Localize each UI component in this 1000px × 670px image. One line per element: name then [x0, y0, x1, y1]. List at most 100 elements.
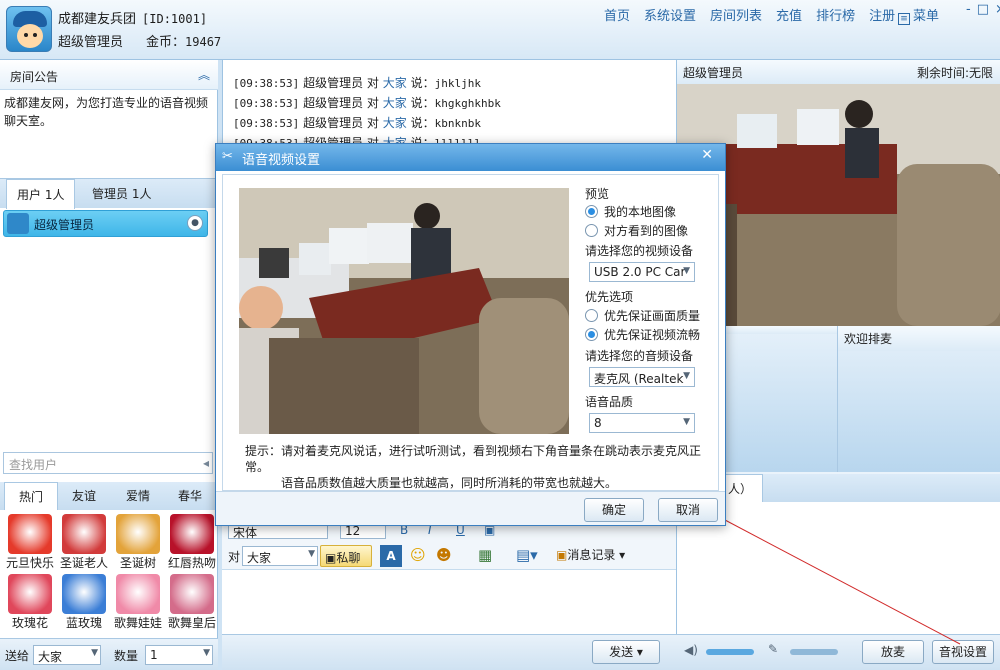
- gift-label: 玫瑰花: [11, 616, 48, 630]
- user-list-item[interactable]: 超级管理员 ●: [3, 210, 208, 237]
- gift-item[interactable]: 蓝玫瑰: [57, 572, 111, 630]
- chat-to-prefix: 对: [366, 96, 379, 110]
- video-device-select[interactable]: USB 2.0 PC Car ▼: [589, 262, 695, 282]
- dialog-titlebar: ✂ 语音视频设置 ✕: [216, 144, 725, 171]
- radio-local-image[interactable]: 我的本地图像: [585, 203, 676, 220]
- chat-time: [09:38:53]: [233, 117, 300, 130]
- gift-item[interactable]: 红唇热吻: [165, 512, 219, 570]
- av-settings-button[interactable]: 音视设置: [932, 640, 994, 664]
- user-tabs: 用户 1人 管理员 1人: [0, 178, 218, 209]
- chat-bubble-icon[interactable]: ▤▾: [516, 546, 538, 564]
- gift-label: 红唇热吻: [167, 556, 216, 570]
- current-user: 超级管理员: [58, 35, 124, 50]
- dialog-title: 语音视频设置: [242, 153, 321, 168]
- gift-image: [116, 574, 160, 614]
- tools-icon: ✂: [222, 149, 233, 164]
- collapse-icon[interactable]: ︽: [198, 66, 210, 83]
- nav-register[interactable]: 注册: [869, 5, 895, 24]
- radio-priority-quality[interactable]: 优先保证画面质量: [585, 307, 700, 324]
- tab-gift-spring[interactable]: 春华: [164, 482, 216, 510]
- priority-label: 优先选项: [585, 290, 634, 304]
- mic-icon: ●: [187, 215, 203, 231]
- tab-gift-love[interactable]: 爱情: [112, 482, 164, 510]
- mic-volume-slider[interactable]: [790, 649, 838, 655]
- gift-item[interactable]: 圣诞老人: [57, 512, 111, 570]
- send-target-select[interactable]: 大家 ▼: [33, 645, 101, 665]
- chat-sender[interactable]: 超级管理员: [303, 116, 363, 130]
- audio-device-select[interactable]: 麦克风 (Realtek ▼: [589, 367, 695, 387]
- speaker-volume-slider[interactable]: [706, 649, 754, 655]
- speaker-icon[interactable]: ◀): [684, 643, 698, 657]
- top-nav: 首页 系统设置 房间列表 充值 排行榜 注册: [604, 5, 940, 24]
- quality-label: 语音品质: [585, 395, 634, 409]
- gift-item[interactable]: 圣诞树: [111, 512, 165, 570]
- radio-remote-image[interactable]: 对方看到的图像: [585, 222, 688, 239]
- gift-item[interactable]: 元旦快乐: [3, 512, 57, 570]
- tab-users[interactable]: 用户 1人: [6, 179, 76, 209]
- gift-image: [62, 514, 106, 554]
- user-name: 超级管理员: [34, 218, 95, 232]
- emotion-icon[interactable]: ☻: [436, 546, 452, 564]
- nav-system-settings[interactable]: 系统设置: [644, 5, 696, 24]
- quality-select[interactable]: 8 ▼: [589, 413, 695, 433]
- audio-device-label: 请选择您的音频设备: [585, 349, 694, 363]
- gift-image: [116, 514, 160, 554]
- chat-recipient[interactable]: 大家: [383, 76, 407, 90]
- video-header: 超级管理员 剩余时间:无限: [677, 60, 1000, 84]
- chat-say: 说：: [410, 76, 435, 90]
- chat-message: khgkghkhbk: [434, 97, 501, 110]
- radio-priority-smooth[interactable]: 优先保证视频流畅: [585, 326, 700, 343]
- chat-target-select[interactable]: 大家 ▼: [242, 546, 318, 566]
- send-button[interactable]: 发送 ▾: [592, 640, 660, 664]
- menu-button[interactable]: ≡ 菜单: [898, 5, 939, 25]
- room-logo: [6, 6, 52, 52]
- image-icon[interactable]: ▦: [478, 546, 492, 564]
- preview-label: 预览: [585, 187, 610, 201]
- quantity-select[interactable]: 1 ▼: [145, 645, 213, 665]
- nav-recharge[interactable]: 充值: [776, 5, 802, 24]
- chat-recipient[interactable]: 大家: [383, 116, 407, 130]
- tab-gift-friendship[interactable]: 友谊: [58, 482, 110, 510]
- history-button[interactable]: ▣消息记录 ▾: [556, 546, 625, 563]
- chat-toolbar: 对 大家 ▼ ▣私聊 A ☺ ☻ ▦ ▤▾ ▣消息记录 ▾: [222, 542, 676, 570]
- window-controls[interactable]: -□×: [966, 2, 1000, 17]
- private-chat-toggle[interactable]: ▣私聊: [320, 545, 372, 567]
- font-style-icon[interactable]: A: [380, 545, 402, 567]
- nav-home[interactable]: 首页: [604, 5, 630, 24]
- search-arrow-icon[interactable]: ◂: [203, 456, 209, 470]
- nav-room-list[interactable]: 房间列表: [710, 5, 762, 24]
- chat-input[interactable]: [222, 570, 676, 634]
- room-title: 成都建友兵团 [ID:1001]: [58, 12, 208, 27]
- gift-label: 元旦快乐: [5, 556, 54, 570]
- notice-text: 成都建友网，为您打造专业的语音视频聊天室。: [4, 96, 209, 128]
- time-left: 剩余时间:无限: [916, 66, 993, 80]
- gift-item[interactable]: 歌舞皇后: [165, 572, 219, 630]
- chat-message: jhkljhk: [434, 77, 481, 90]
- top-bar: 成都建友兵团 [ID:1001] 超级管理员 金币：19467 首页 系统设置 房…: [0, 0, 1000, 60]
- chat-recipient[interactable]: 大家: [383, 96, 407, 110]
- chat-line: [09:38:53] 超级管理员 对 大家 说：kbnknbk: [233, 114, 481, 131]
- to-label: 对: [228, 550, 241, 564]
- chat-message: kbnknbk: [434, 117, 481, 130]
- release-mic-button[interactable]: 放麦: [862, 640, 924, 664]
- chat-to-prefix: 对: [366, 116, 379, 130]
- tab-gift-hot[interactable]: 热门: [4, 482, 59, 510]
- emoji-icon[interactable]: ☺: [410, 546, 426, 564]
- gift-image: [170, 514, 214, 554]
- close-icon[interactable]: ✕: [701, 147, 713, 163]
- ok-button[interactable]: 确定: [584, 498, 644, 522]
- dialog-body: 预览 我的本地图像 对方看到的图像 请选择您的视频设备 USB 2.0 PC C…: [222, 174, 719, 491]
- chat-sender[interactable]: 超级管理员: [303, 76, 363, 90]
- bottom-bar: 发送 ▾ ◀) ✎ 放麦 音视设置: [222, 634, 1000, 670]
- mic-icon[interactable]: ✎: [768, 642, 778, 656]
- nav-leaderboard[interactable]: 排行榜: [816, 5, 855, 24]
- search-user-input[interactable]: 查找用户 ◂: [3, 452, 213, 474]
- tab-admins[interactable]: 管理员 1人: [82, 179, 161, 209]
- gift-image: [8, 514, 52, 554]
- gift-item[interactable]: 歌舞娃娃: [111, 572, 165, 630]
- gift-label: 圣诞老人: [59, 556, 108, 570]
- chat-sender[interactable]: 超级管理员: [303, 96, 363, 110]
- gift-item[interactable]: 玫瑰花: [3, 572, 57, 630]
- video-user: 超级管理员: [683, 66, 744, 80]
- cancel-button[interactable]: 取消: [658, 498, 718, 522]
